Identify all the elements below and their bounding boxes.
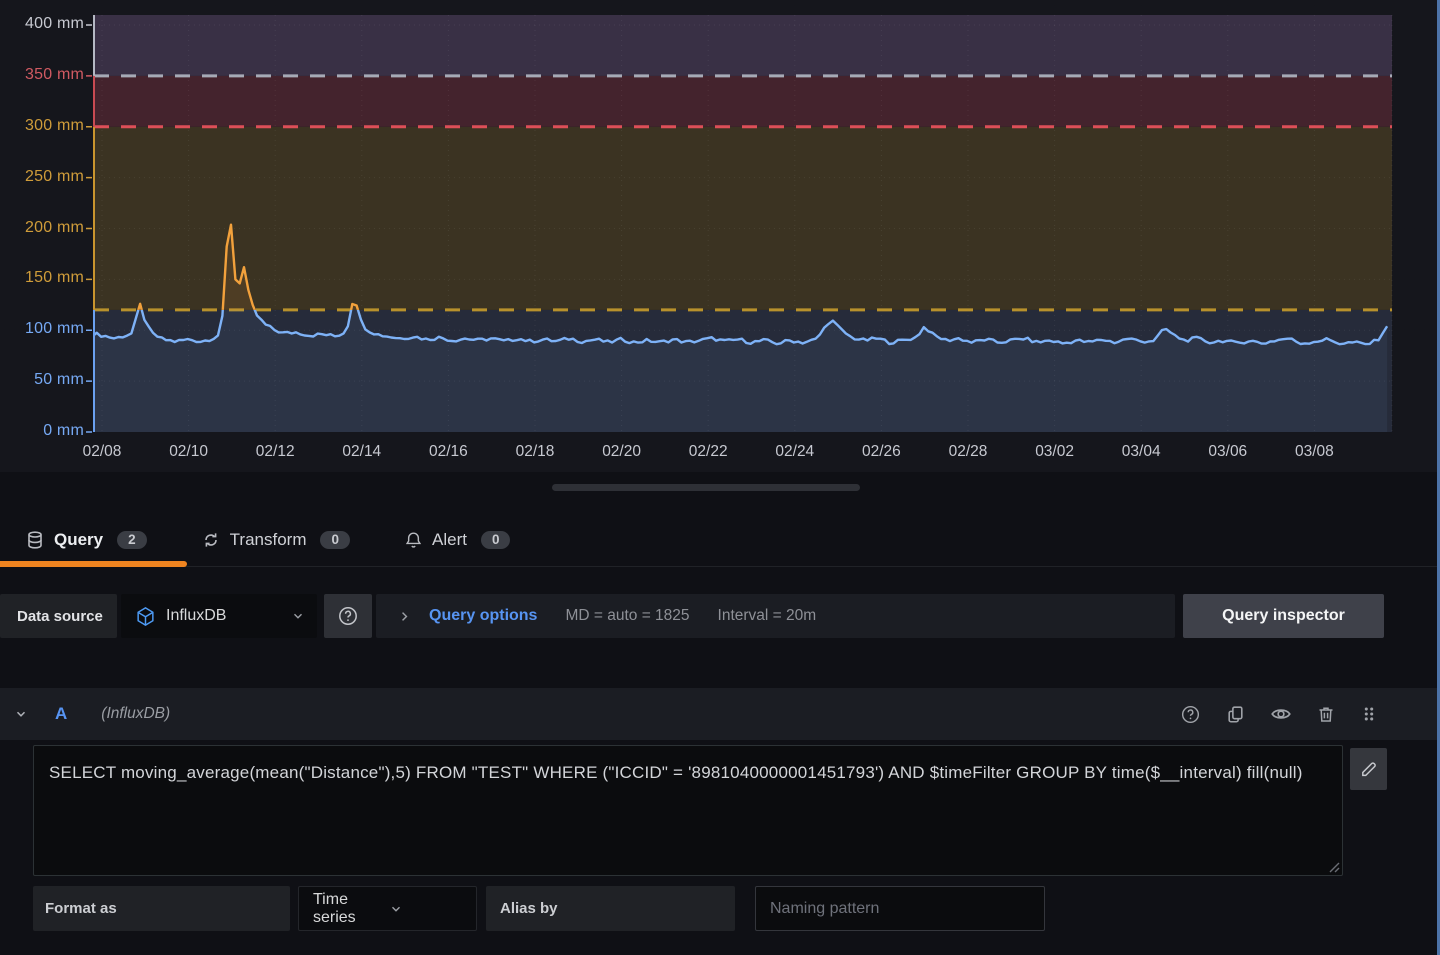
time-series-chart[interactable] <box>0 0 1440 472</box>
edit-query-pencil-button[interactable] <box>1350 748 1387 790</box>
tab-alert[interactable]: Alert 0 <box>376 514 536 566</box>
query-footer-row: Format as Time series Alias by <box>0 886 1440 931</box>
x-axis-label: 02/28 <box>932 443 1004 461</box>
x-axis-label: 03/04 <box>1105 443 1177 461</box>
delete-query-trash-button[interactable] <box>1316 704 1336 725</box>
drag-handle[interactable] <box>1360 704 1378 724</box>
database-icon <box>25 530 45 550</box>
y-axis-label: 200 mm <box>12 219 84 237</box>
datasource-row: Data source InfluxDB Query options MD = … <box>0 594 1440 638</box>
x-axis-label: 02/14 <box>326 443 398 461</box>
x-axis-label: 03/08 <box>1278 443 1350 461</box>
query-help-button[interactable] <box>1180 704 1201 725</box>
transform-icon <box>201 530 221 550</box>
y-axis-label: 350 mm <box>12 66 84 84</box>
duplicate-query-button[interactable] <box>1225 704 1246 725</box>
editor-tabs: Query 2 Transform 0 Alert 0 <box>0 514 1440 567</box>
tab-query[interactable]: Query 2 <box>0 514 173 566</box>
chevron-down-icon <box>389 902 465 916</box>
query-options-label: Query options <box>429 607 537 625</box>
influxdb-logo-icon <box>135 606 156 627</box>
resize-grip-icon[interactable] <box>1327 860 1340 873</box>
x-axis-label: 02/10 <box>153 443 225 461</box>
y-axis-label: 100 mm <box>12 320 84 338</box>
x-axis-label: 02/16 <box>412 443 484 461</box>
datasource-selected: InfluxDB <box>166 607 291 625</box>
query-text-editor[interactable]: SELECT moving_average(mean("Distance"),5… <box>33 745 1343 876</box>
max-data-points-value: MD = auto = 1825 <box>565 607 689 625</box>
horizontal-scrollbar[interactable] <box>552 484 860 491</box>
format-as-select[interactable]: Time series <box>298 886 477 931</box>
interval-value: Interval = 20m <box>718 607 817 625</box>
x-axis-label: 02/24 <box>759 443 831 461</box>
query-row-header: A (InfluxDB) <box>0 688 1437 740</box>
chevron-down-icon <box>291 609 305 623</box>
format-as-value: Time series <box>313 891 389 927</box>
y-axis-label: 0 mm <box>12 422 84 440</box>
query-datasource-hint: (InfluxDB) <box>101 705 170 723</box>
tab-query-count-badge: 2 <box>117 531 147 550</box>
tab-alert-count-badge: 0 <box>481 531 511 550</box>
x-axis-label: 03/06 <box>1192 443 1264 461</box>
query-inspector-button[interactable]: Query inspector <box>1183 594 1384 638</box>
x-axis-label: 02/22 <box>672 443 744 461</box>
datasource-help-button[interactable] <box>324 594 372 638</box>
y-axis-label: 50 mm <box>12 371 84 389</box>
time-series-panel: 400 mm 350 mm 300 mm 250 mm 200 mm 150 mm 100 … <box>0 0 1440 472</box>
format-as-label: Format as <box>33 886 290 931</box>
x-axis-label: 02/20 <box>586 443 658 461</box>
collapse-query-chevron-icon[interactable] <box>14 707 28 721</box>
datasource-label: Data source <box>0 594 117 638</box>
x-axis-label: 02/08 <box>66 443 138 461</box>
y-axis-label: 300 mm <box>12 117 84 135</box>
query-ref-id: A <box>55 704 67 724</box>
toggle-visibility-eye-button[interactable] <box>1270 703 1292 725</box>
active-tab-indicator <box>0 561 187 567</box>
y-axis-label: 250 mm <box>12 168 84 186</box>
tab-transform[interactable]: Transform 0 <box>173 514 376 566</box>
alias-by-label: Alias by <box>486 886 735 931</box>
query-options-toggle[interactable]: Query options MD = auto = 1825 Interval … <box>376 594 1175 638</box>
y-axis-label: 150 mm <box>12 269 84 287</box>
x-axis-label: 02/18 <box>499 443 571 461</box>
tab-alert-label: Alert <box>432 530 467 550</box>
x-axis-label: 02/12 <box>239 443 311 461</box>
tab-transform-label: Transform <box>230 530 307 550</box>
x-axis-label: 02/26 <box>845 443 917 461</box>
tab-query-label: Query <box>54 530 103 550</box>
alias-by-input[interactable] <box>755 886 1045 931</box>
datasource-picker[interactable]: InfluxDB <box>121 594 317 638</box>
x-axis-label: 03/02 <box>1019 443 1091 461</box>
tab-transform-count-badge: 0 <box>320 531 350 550</box>
bell-icon <box>404 530 423 550</box>
chevron-right-icon <box>398 610 411 623</box>
y-axis-label: 400 mm <box>12 15 84 33</box>
